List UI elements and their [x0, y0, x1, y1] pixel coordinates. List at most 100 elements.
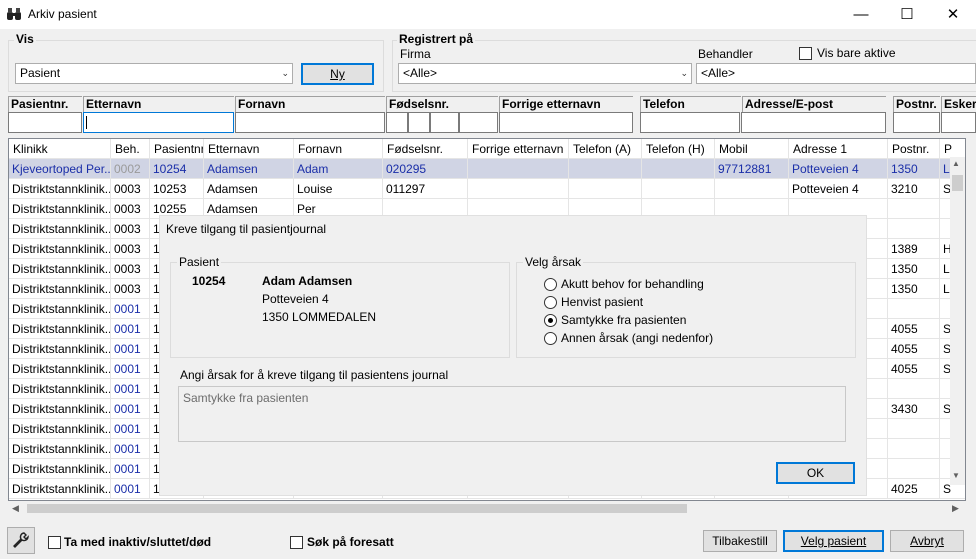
minimize-icon[interactable]: — [838, 0, 884, 29]
column-header[interactable]: Telefon (H) [642, 139, 715, 159]
table-cell [569, 179, 642, 199]
fodselsnr-pnr-input[interactable] [459, 112, 498, 133]
vis-select[interactable]: Pasient ⌄ [15, 63, 293, 84]
column-header[interactable]: Telefon (A) [569, 139, 642, 159]
vis-bare-aktive-label: Vis bare aktive [817, 46, 896, 60]
table-cell: Distriktstannklinik... [9, 279, 111, 299]
radio-akutt-label: Akutt behov for behandling [561, 277, 704, 291]
radio-annen-label: Annen årsak (angi nedenfor) [561, 331, 714, 345]
column-header[interactable]: Etternavn [204, 139, 294, 159]
pasient-address: Potteveien 4 [262, 292, 329, 306]
filter-header-postnr: Postnr. [893, 96, 940, 112]
table-cell [642, 159, 715, 179]
horizontal-scrollbar[interactable]: ◀ ▶ [9, 501, 966, 516]
radio-henvist[interactable] [544, 296, 557, 309]
foresatt-checkbox[interactable] [290, 536, 303, 549]
filter-header-forrige-etternavn: Forrige etternavn [499, 96, 633, 112]
column-header[interactable]: Pasientnr. [150, 139, 204, 159]
table-cell [888, 419, 940, 439]
table-cell: 1350 [888, 279, 940, 299]
tilbakestill-button[interactable]: Tilbakestill [703, 530, 777, 552]
postnr-filter-input[interactable] [893, 112, 940, 133]
table-cell: 1350 [888, 159, 940, 179]
column-header[interactable]: Klinikk [9, 139, 111, 159]
table-cell: 0003 [111, 259, 150, 279]
ok-button[interactable]: OK [776, 462, 855, 484]
table-cell: Distriktstannklinik... [9, 319, 111, 339]
firma-label: Firma [400, 47, 431, 61]
velg-pasient-button[interactable]: Velg pasient [783, 530, 884, 552]
table-cell [888, 459, 940, 479]
esker-filter-input[interactable] [941, 112, 976, 133]
binoculars-icon [7, 8, 21, 20]
scroll-thumb[interactable] [952, 175, 963, 191]
inaktiv-checkbox[interactable] [48, 536, 61, 549]
column-header[interactable]: P [940, 139, 965, 159]
telefon-filter-input[interactable] [640, 112, 740, 133]
table-cell: 0003 [111, 239, 150, 259]
filter-header-pasientnr: Pasientnr. [8, 96, 82, 112]
scroll-up-icon[interactable]: ▲ [952, 159, 960, 168]
table-cell: Distriktstannklinik... [9, 399, 111, 419]
filter-header-fornavn: Fornavn [235, 96, 385, 112]
table-cell: Distriktstannklinik... [9, 479, 111, 499]
table-cell: 1350 [888, 259, 940, 279]
table-cell: Potteveien 4 [789, 179, 888, 199]
angi-arsak-textarea[interactable]: Samtykke fra pasienten [178, 386, 846, 442]
table-cell [642, 179, 715, 199]
behandler-select[interactable]: <Alle> [696, 63, 976, 84]
pasientnr-filter-input[interactable] [8, 112, 82, 133]
firma-select[interactable]: <Alle> ⌄ [398, 63, 692, 84]
close-icon[interactable]: ✕ [930, 0, 976, 29]
etternavn-filter-input[interactable] [83, 112, 234, 133]
table-cell [569, 159, 642, 179]
vertical-scrollbar[interactable]: ▲ ▼ [950, 157, 965, 485]
forrige-etternavn-filter-input[interactable] [499, 112, 633, 133]
fodselsnr-year-input[interactable] [430, 112, 459, 133]
vis-bare-aktive-checkbox[interactable] [799, 47, 812, 60]
filter-header-fodselsnr: Fødselsnr. [386, 96, 498, 112]
horizontal-scroll-thumb[interactable] [27, 504, 687, 513]
dialog-title: Kreve tilgang til pasientjournal [166, 222, 327, 236]
table-cell: 0001 [111, 339, 150, 359]
table-row[interactable]: Kjeveortoped Per... 0002 10254 Adamsen Adam 0… [9, 159, 965, 179]
table-cell: Adamsen [204, 159, 294, 179]
window-title: Arkiv pasient [28, 7, 97, 21]
table-cell: 4055 [888, 319, 940, 339]
column-header[interactable]: Fornavn [294, 139, 383, 159]
table-cell: Distriktstannklinik... [9, 379, 111, 399]
title-bar: Arkiv pasient — ☐ ✕ [0, 0, 976, 29]
column-header[interactable]: Forrige etternavn [468, 139, 569, 159]
scroll-right-icon[interactable]: ▶ [952, 503, 959, 514]
chevron-down-icon: ⌄ [680, 68, 688, 78]
ny-button[interactable]: Ny [301, 63, 374, 85]
fodselsnr-day-input[interactable] [386, 112, 408, 133]
fornavn-filter-input[interactable] [235, 112, 385, 133]
table-cell: 020295 [383, 159, 468, 179]
scroll-down-icon[interactable]: ▼ [952, 471, 960, 480]
scroll-left-icon[interactable]: ◀ [12, 503, 19, 514]
column-header[interactable]: Fødselsnr. [383, 139, 468, 159]
table-cell: Distriktstannklinik... [9, 419, 111, 439]
maximize-icon[interactable]: ☐ [884, 0, 930, 29]
fodselsnr-month-input[interactable] [408, 112, 430, 133]
column-header[interactable]: Adresse 1 [789, 139, 888, 159]
table-cell [715, 179, 789, 199]
avbryt-button[interactable]: Avbryt [890, 530, 964, 552]
radio-annen[interactable] [544, 332, 557, 345]
table-cell: 10254 [150, 159, 204, 179]
table-row[interactable]: Distriktstannklinik... 0003 10253 Adamsen Lo… [9, 179, 965, 199]
table-cell: 0001 [111, 419, 150, 439]
radio-akutt[interactable] [544, 278, 557, 291]
adresse-filter-input[interactable] [741, 112, 886, 133]
settings-tool-button[interactable] [7, 527, 35, 554]
column-header[interactable]: Postnr. [888, 139, 940, 159]
table-cell: Distriktstannklinik... [9, 339, 111, 359]
table-cell: 3430 [888, 399, 940, 419]
table-cell [468, 159, 569, 179]
filter-header-adresse: Adresse/E-post [742, 96, 886, 112]
column-header[interactable]: Mobil [715, 139, 789, 159]
radio-samtykke[interactable] [544, 314, 557, 327]
column-header[interactable]: Beh. [111, 139, 150, 159]
table-cell: 0001 [111, 459, 150, 479]
